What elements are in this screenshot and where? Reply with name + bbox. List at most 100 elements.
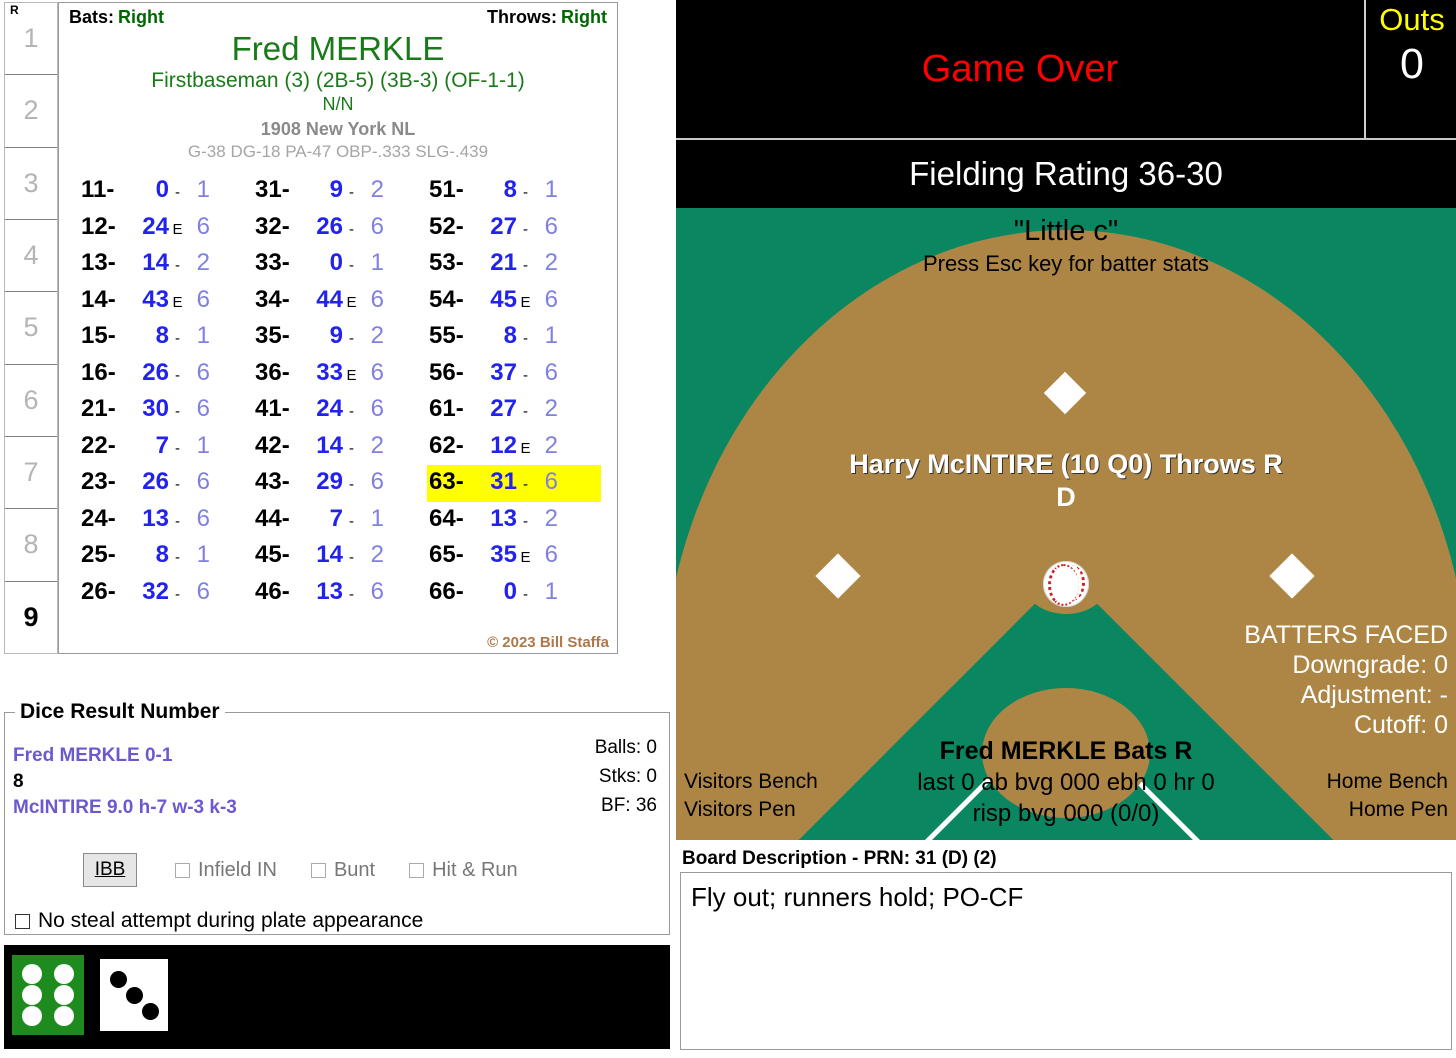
dice-result-class: 1: [544, 577, 558, 605]
dice-result-row: 32- 26-6: [253, 210, 427, 247]
dice-result-mark: E: [520, 293, 531, 311]
dice-result-key: 45-: [255, 541, 290, 568]
dice-result-class: 1: [544, 322, 558, 349]
dice-result-value: 29: [316, 468, 343, 495]
throws-value: Right: [561, 7, 607, 27]
inning-cell-5[interactable]: 5: [5, 292, 57, 365]
dice-result-row: 42- 14-2: [253, 429, 427, 466]
dice-result-title: Dice Result Number: [15, 700, 225, 724]
throws-group: Throws: Right: [487, 7, 607, 28]
inning-cell-4[interactable]: 4: [5, 220, 57, 293]
scoreboard: Game Over Outs 0: [676, 0, 1456, 140]
visitors-bench-link[interactable]: Visitors Bench: [684, 768, 818, 796]
current-pitcher-line: McINTIRE 9.0 h-7 w-3 k-3: [13, 797, 237, 818]
checkbox-icon: [15, 913, 30, 929]
dice-result-value: 31: [490, 468, 517, 495]
dice-result-value: 7: [155, 431, 169, 459]
dice-result-class: 6: [370, 285, 384, 313]
dice-result-key: 63-: [429, 468, 464, 495]
infield-in-checkbox[interactable]: Infield IN: [175, 859, 277, 882]
white-die[interactable]: [100, 959, 168, 1031]
dice-result-key: 21-: [81, 395, 116, 422]
dice-result-value: 32: [142, 577, 169, 605]
dice-result-mark: -: [175, 585, 180, 603]
dice-result-key: 36-: [255, 358, 290, 386]
dice-result-class: 6: [196, 504, 210, 532]
dice-result-class: 6: [196, 577, 210, 605]
dice-result-value: 27: [490, 212, 517, 240]
dice-result-key: 56-: [429, 358, 464, 386]
bunt-checkbox[interactable]: Bunt: [310, 858, 376, 882]
dice-result-value: 12: [490, 431, 517, 459]
dice-result-row: 12- 24 E 6: [79, 210, 253, 247]
inning-cell-6[interactable]: 6: [5, 365, 57, 437]
bunt-label: Bunt: [333, 858, 376, 881]
dice-result-key: 44-: [255, 504, 290, 532]
dice-result-mark: -: [349, 476, 354, 493]
die-pip: [54, 964, 74, 984]
dice-result-row: 24- 13-6: [79, 502, 253, 539]
dice-result-key: 52-: [429, 212, 464, 240]
dice-result-value: 44: [316, 285, 343, 313]
dice-result-row: 66- 0-1: [427, 575, 601, 612]
dice-result-class: 6: [370, 358, 384, 386]
inning-cell-3[interactable]: 3: [5, 148, 57, 220]
card-handedness-row: Bats: Right Throws: Right: [65, 5, 611, 28]
dice-result-mark: -: [175, 257, 180, 274]
dice-result-row: 41- 24-6: [253, 392, 427, 429]
dice-result-row: 11- 0-1: [79, 173, 253, 210]
dice-result-key: 11-: [81, 176, 115, 203]
home-pen-link[interactable]: Home Pen: [1327, 796, 1448, 824]
dice-result-row: 16- 26-6: [79, 356, 253, 393]
field-title: "Little c": [1013, 215, 1119, 247]
dice-result-mark: -: [175, 330, 180, 347]
dice-result-class: 2: [370, 176, 384, 203]
dice-result-row: 21- 30-6: [79, 392, 253, 429]
card-team-season: 1908 New York NL: [260, 119, 416, 139]
visitors-pen-link[interactable]: Visitors Pen: [684, 796, 818, 824]
app-window: R 1 2 3 4 5 6 7 8 9 Bats: Right Throws: Ri…: [0, 0, 1456, 1058]
hit-and-run-checkbox[interactable]: Hit & Run: [409, 859, 518, 882]
dice-result-class: 2: [370, 322, 384, 349]
dice-result-row: 15- 8-1: [79, 319, 253, 356]
inning-cell-7[interactable]: 7: [5, 437, 57, 510]
green-die[interactable]: [12, 955, 84, 1035]
dice-result-value: 0: [329, 249, 343, 276]
inning-cell-2[interactable]: 2: [5, 75, 57, 148]
inning-cell-8[interactable]: 8: [5, 509, 57, 582]
board-description-label: Board Description - PRN: 31 (D) (2): [682, 848, 997, 869]
dice-result-key: 61-: [429, 395, 464, 422]
dice-result-class: 2: [370, 541, 384, 568]
pitcher-info[interactable]: Harry McINTIRE (10 Q0) Throws R: [676, 448, 1456, 481]
dice-result-value: 26: [316, 212, 343, 240]
game-state-message: Game Over: [676, 0, 1366, 138]
dice-result-value: 45: [490, 285, 517, 313]
die-pip: [142, 1003, 159, 1020]
no-steal-checkbox[interactable]: No steal attempt during plate appearance: [15, 909, 423, 933]
dice-result-key: 55-: [429, 322, 464, 349]
checkbox-icon: [175, 862, 190, 878]
dice-result-row: 63- 31-6: [427, 465, 601, 502]
right-pane: Game Over Outs 0 Fielding Rating 36-30 "…: [676, 0, 1456, 1058]
dice-result-key: 12-: [81, 212, 116, 240]
dice-result-row: 35- 9-2: [253, 319, 427, 356]
dice-result-mark: -: [349, 330, 354, 347]
ibb-button[interactable]: IBB: [83, 853, 137, 887]
baseball-field[interactable]: "Little c" Press Esc key for batter stat…: [676, 208, 1456, 840]
dice-result-mark: E: [172, 293, 183, 311]
dice-result-row: 54- 45 E 6: [427, 283, 601, 320]
home-bench-link[interactable]: Home Bench: [1327, 768, 1448, 796]
inning-cell-9[interactable]: 9: [5, 582, 57, 653]
dice-result-mark: E: [346, 293, 357, 311]
dice-result-class: 2: [544, 504, 558, 532]
dice-result-mark: E: [520, 439, 531, 457]
dice-result-mark: E: [520, 549, 531, 566]
dice-result-mark: -: [175, 403, 180, 420]
inning-cell-1[interactable]: 1: [5, 3, 57, 76]
ibb-button-label: IBB: [94, 859, 126, 880]
dice-result-value: 9: [329, 176, 343, 203]
dice-result-mark: -: [349, 220, 354, 238]
batter-name: Fred MERKLE Bats R: [939, 737, 1193, 765]
board-description-box[interactable]: Fly out; runners hold; PO-CF: [680, 872, 1452, 1050]
dice-result-class: 2: [544, 249, 558, 276]
